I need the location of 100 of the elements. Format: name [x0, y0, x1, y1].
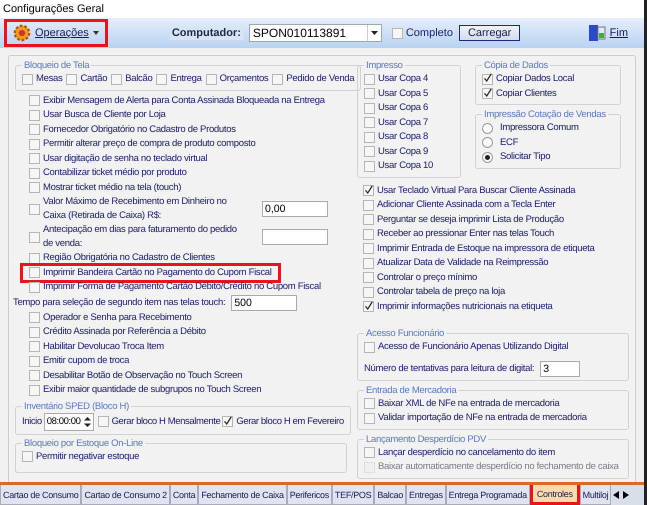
caret-icon: [92, 31, 99, 35]
text-field[interactable]: 3: [540, 360, 580, 376]
radio-button[interactable]: [482, 137, 493, 148]
checkbox[interactable]: [364, 342, 375, 353]
tab[interactable]: TEF/POS: [332, 485, 374, 505]
radio-button[interactable]: [482, 152, 493, 163]
tab[interactable]: Entrega Programada: [446, 485, 530, 505]
checkbox[interactable]: [363, 258, 374, 269]
checkbox[interactable]: [364, 117, 375, 128]
checkbox-label: Lançar desperdício no cancelamento do item: [378, 446, 555, 460]
checkbox[interactable]: [364, 88, 375, 100]
checkbox[interactable]: [29, 182, 40, 194]
checkbox-label: Operador e Senha para Recebimento: [43, 310, 192, 325]
tab[interactable]: Multiloj: [580, 485, 612, 505]
checkbox[interactable]: [29, 282, 40, 293]
checkbox[interactable]: [29, 95, 40, 106]
checkbox[interactable]: [111, 74, 122, 85]
checkbox[interactable]: [363, 272, 374, 284]
text-field[interactable]: 0,00: [262, 201, 328, 217]
checkbox[interactable]: [29, 204, 40, 214]
group-title: Bloqueio de Tela: [23, 60, 90, 71]
checkbox[interactable]: [363, 243, 374, 254]
checkbox[interactable]: [22, 451, 33, 462]
checkbox[interactable]: [22, 74, 33, 85]
tab[interactable]: Entregas: [406, 485, 446, 505]
checkbox-label: Imprimir Forma de Pagamento Cartão Débito/Crédito no Cupom Fiscal: [43, 280, 321, 294]
scroll-right-icon[interactable]: [623, 491, 630, 499]
checkbox[interactable]: [364, 412, 375, 424]
tab[interactable]: Cartao de Consumo: [0, 485, 82, 505]
checkbox[interactable]: [364, 146, 375, 158]
checkbox-label: Baixar automaticamente desperdício no fechamento de caixa: [378, 460, 619, 474]
checkbox[interactable]: [29, 153, 40, 164]
tab[interactable]: Cartao de Consumo 2: [81, 485, 170, 505]
checkbox[interactable]: [364, 160, 375, 172]
checkbox[interactable]: [364, 398, 375, 410]
checkbox[interactable]: [29, 326, 40, 338]
checkbox-label: Receber ao pressionar Enter nas telas Touch: [377, 227, 554, 242]
checkbox[interactable]: [363, 228, 374, 240]
tab[interactable]: Conta: [170, 485, 198, 505]
checkbox[interactable]: [206, 74, 217, 85]
checkbox[interactable]: [392, 28, 403, 38]
checkbox[interactable]: [29, 267, 40, 278]
exit-button[interactable]: Fim: [582, 23, 634, 43]
checkbox[interactable]: [222, 416, 234, 427]
checkbox[interactable]: [363, 200, 374, 211]
computer-dropdown[interactable]: SPON010113891: [248, 24, 382, 42]
checkbox-label: Perguntar se deseja imprimir Lista de Produção: [377, 212, 564, 227]
checkbox-label: Usar Copa 6: [378, 101, 428, 116]
checkbox[interactable]: [29, 138, 40, 150]
door-icon: [588, 24, 606, 42]
checkbox[interactable]: [29, 312, 40, 324]
checkbox[interactable]: [29, 168, 40, 179]
checkbox[interactable]: [29, 370, 40, 382]
checkbox-label: Gerar bloco H Mensalmente: [112, 414, 220, 428]
checkbox-label: Usar Copa 4: [378, 72, 428, 86]
checkbox[interactable]: [272, 74, 284, 85]
operations-menu-button[interactable]: Operações: [4, 19, 108, 47]
checkbox[interactable]: [29, 124, 40, 136]
checkbox[interactable]: [363, 301, 374, 312]
checkbox-label: Controlar tabela de preço na loja: [377, 285, 505, 300]
tab[interactable]: Balcao: [374, 485, 406, 505]
checkbox-label: Permitir alterar preço de compra de produto composto: [43, 137, 256, 152]
text-field[interactable]: 500: [231, 294, 298, 310]
group-title: Impressão Cotação de Vendas: [483, 109, 607, 120]
checkbox[interactable]: [364, 447, 375, 458]
checkbox[interactable]: [156, 74, 168, 85]
text-field[interactable]: [262, 229, 328, 245]
checkbox[interactable]: [29, 341, 40, 352]
field-label: Tempo para seleção de segundo item nas telas touch:: [13, 296, 226, 310]
tab[interactable]: Fechamento de Caixa: [198, 485, 287, 505]
checkbox[interactable]: [363, 286, 374, 298]
checkbox[interactable]: [364, 132, 375, 143]
checkbox[interactable]: [29, 384, 40, 396]
checkbox[interactable]: [29, 110, 40, 121]
tab[interactable]: Controles: [530, 485, 580, 505]
checkbox[interactable]: [363, 214, 374, 226]
checkbox-label: Habilitar Devolucao Troca Item: [43, 340, 164, 354]
load-button[interactable]: Carregar: [458, 25, 520, 41]
checkbox[interactable]: [364, 102, 375, 114]
computer-label: Computador:: [170, 26, 243, 40]
gear-icon: [13, 24, 31, 42]
checkbox-label: Adicionar Cliente Assinada com a Tecla Enter: [377, 198, 556, 212]
checkbox[interactable]: [363, 185, 374, 196]
checkbox[interactable]: [29, 252, 40, 264]
checkbox[interactable]: [29, 356, 40, 367]
checkbox[interactable]: [482, 74, 493, 85]
checkbox[interactable]: [364, 74, 375, 85]
time-field[interactable]: 08:00:00: [44, 412, 94, 430]
checkbox[interactable]: [482, 88, 493, 100]
radio-button[interactable]: [482, 122, 493, 134]
checkbox-label: Gerar bloco H em Fevereiro: [236, 414, 344, 428]
checkbox-label: Imprimir informações nutricionais na etiqueta: [377, 300, 553, 314]
checkbox-label: Baixar XML de NFe na entrada de mercadoria: [378, 396, 560, 411]
checkbox-label: Imprimir Entrada de Estoque na impressora de etiqueta: [377, 242, 595, 256]
checkbox-label: Usar Copa 7: [378, 116, 428, 130]
checkbox[interactable]: [66, 74, 78, 85]
tab[interactable]: Perifericos: [286, 485, 332, 505]
checkbox-label: Emitir cupom de troca: [43, 354, 130, 368]
checkbox[interactable]: [98, 416, 109, 427]
checkbox[interactable]: [29, 232, 40, 242]
